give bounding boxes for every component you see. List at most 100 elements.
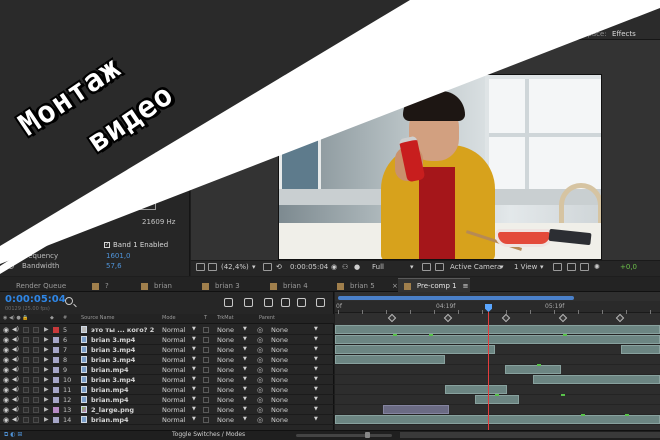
layer-source-name[interactable]: brian.mp4 [91,386,157,394]
layer-duration-bar[interactable] [505,365,561,374]
chevron-down-icon[interactable]: ▼ [192,366,196,372]
search-icon[interactable] [65,297,73,305]
timeline-zoom-slider[interactable] [296,434,392,437]
chevron-down-icon[interactable]: ▼ [314,346,318,352]
expand-triangle-icon[interactable]: ▶ [44,346,49,353]
solo-toggle[interactable] [23,327,29,333]
solo-toggle[interactable] [23,337,29,343]
chevron-down-icon[interactable]: ▼ [243,346,247,352]
layer-source-name[interactable]: brian 3.mp4 [91,346,157,354]
lock-toggle[interactable] [33,347,39,353]
chevron-down-icon[interactable]: ▼ [192,356,196,362]
parent-pick-whip-icon[interactable]: ◎ [257,376,263,384]
solo-toggle[interactable] [23,357,29,363]
track-matte-dropdown[interactable]: None [217,366,234,374]
exposure-value[interactable]: +0,0 [620,263,637,271]
visibility-eye-icon[interactable]: ◉ [3,356,9,364]
motion-blur-icon[interactable] [297,298,306,307]
audio-speaker-icon[interactable]: ◀) [12,356,19,363]
preserve-transparency-toggle[interactable] [203,407,209,413]
tab-brian-3[interactable]: brian 3 [202,282,240,290]
lock-toggle[interactable] [33,407,39,413]
chevron-down-icon[interactable]: ▼ [314,376,318,382]
chevron-down-icon[interactable]: ▼ [314,386,318,392]
audio-speaker-icon[interactable]: ◀) [12,406,19,413]
blend-mode-dropdown[interactable]: Normal [162,416,186,424]
label-color-swatch[interactable] [53,337,59,343]
parent-dropdown[interactable]: None [271,326,288,334]
visibility-eye-icon[interactable]: ◉ [3,386,9,394]
transparency-grid-icon[interactable] [435,263,444,271]
chevron-down-icon[interactable]: ▼ [314,406,318,412]
chevron-down-icon[interactable]: ▼ [243,376,247,382]
layer-duration-bar[interactable] [335,325,660,334]
fast-preview-icon[interactable] [553,263,562,271]
preserve-transparency-toggle[interactable] [203,327,209,333]
layer-row[interactable]: ◉ ◀) ▶ 12 brian.mp4 Normal ▼ None ▼ ◎ None ▼ [0,395,334,405]
layer-row[interactable]: ◉ ◀) ▶ 13 2_large.png Normal ▼ None ▼ ◎ None ▼ [0,405,334,415]
expand-triangle-icon[interactable]: ▶ [44,416,49,423]
tab-brian[interactable]: brian [141,282,172,290]
keyframe-marker[interactable] [581,414,585,416]
band-enabled-checkbox[interactable]: ✓ [104,242,110,248]
lock-toggle[interactable] [33,417,39,423]
label-color-swatch[interactable] [53,377,59,383]
lock-toggle[interactable] [33,377,39,383]
time-ruler[interactable] [335,301,660,313]
expand-triangle-icon[interactable]: ▶ [44,406,49,413]
grid-icon[interactable] [263,263,272,271]
toggle-switches-modes-button[interactable]: Toggle Switches / Modes [172,431,245,438]
layer-duration-bar[interactable] [475,395,519,404]
expand-triangle-icon[interactable]: ▶ [44,376,49,383]
label-color-swatch[interactable] [53,327,59,333]
parent-dropdown[interactable]: None [271,366,288,374]
parent-dropdown[interactable]: None [271,376,288,384]
parent-pick-whip-icon[interactable]: ◎ [257,386,263,394]
blend-mode-dropdown[interactable]: Normal [162,346,186,354]
chevron-down-icon[interactable]: ▼ [314,336,318,342]
resolution-chevron-icon[interactable]: ▾ [410,263,414,271]
chevron-down-icon[interactable]: ▼ [243,386,247,392]
layer-source-name[interactable]: brian.mp4 [91,416,157,424]
layer-duration-bar[interactable] [621,345,660,354]
layer-source-name[interactable]: brian 3.mp4 [91,356,157,364]
views-dropdown[interactable]: 1 View [514,263,537,271]
blend-mode-dropdown[interactable]: Normal [162,406,186,414]
layer-source-name[interactable]: brian 3.mp4 [91,376,157,384]
audio-speaker-icon[interactable]: ◀) [12,416,19,423]
preserve-transparency-toggle[interactable] [203,367,209,373]
audio-speaker-icon[interactable]: ◀) [12,386,19,393]
parent-dropdown[interactable]: None [271,416,288,424]
expand-triangle-icon[interactable]: ▶ [44,386,49,393]
layer-duration-bar[interactable] [335,355,445,364]
keyframe-marker[interactable] [393,334,397,336]
parent-pick-whip-icon[interactable]: ◎ [257,326,263,334]
track-matte-dropdown[interactable]: None [217,386,234,394]
keyframe-marker[interactable] [561,394,565,396]
comp-flowchart-icon[interactable] [224,298,233,307]
camera-chevron-icon[interactable]: ▾ [500,263,504,271]
expand-triangle-icon[interactable]: ▶ [44,326,49,333]
camera-dropdown[interactable]: Active Camera [450,263,501,271]
resolution-dropdown[interactable]: Full [372,263,384,271]
magnification-dropdown[interactable]: (42,4%) [221,263,249,271]
preserve-transparency-toggle[interactable] [203,337,209,343]
label-color-swatch[interactable] [53,417,59,423]
layer-source-name[interactable]: brian.mp4 [91,366,157,374]
layer-duration-bar[interactable] [335,345,495,354]
chevron-down-icon[interactable]: ▼ [192,396,196,402]
parent-dropdown[interactable]: None [271,406,288,414]
parent-pick-whip-icon[interactable]: ◎ [257,396,263,404]
frame-blending-icon[interactable] [281,298,290,307]
layer-row[interactable]: ◉ ◀) ▶ 10 brian 3.mp4 Normal ▼ None ▼ ◎ None ▼ [0,375,334,385]
preserve-transparency-toggle[interactable] [203,397,209,403]
preserve-transparency-toggle[interactable] [203,377,209,383]
chevron-down-icon[interactable]: ▼ [314,396,318,402]
parent-pick-whip-icon[interactable]: ◎ [257,416,263,424]
tab-render-queue[interactable]: Render Queue [16,282,66,290]
preserve-transparency-toggle[interactable] [203,357,209,363]
blend-mode-dropdown[interactable]: Normal [162,336,186,344]
audio-speaker-icon[interactable]: ◀) [12,326,19,333]
blend-mode-dropdown[interactable]: Normal [162,396,186,404]
preserve-transparency-toggle[interactable] [203,417,209,423]
